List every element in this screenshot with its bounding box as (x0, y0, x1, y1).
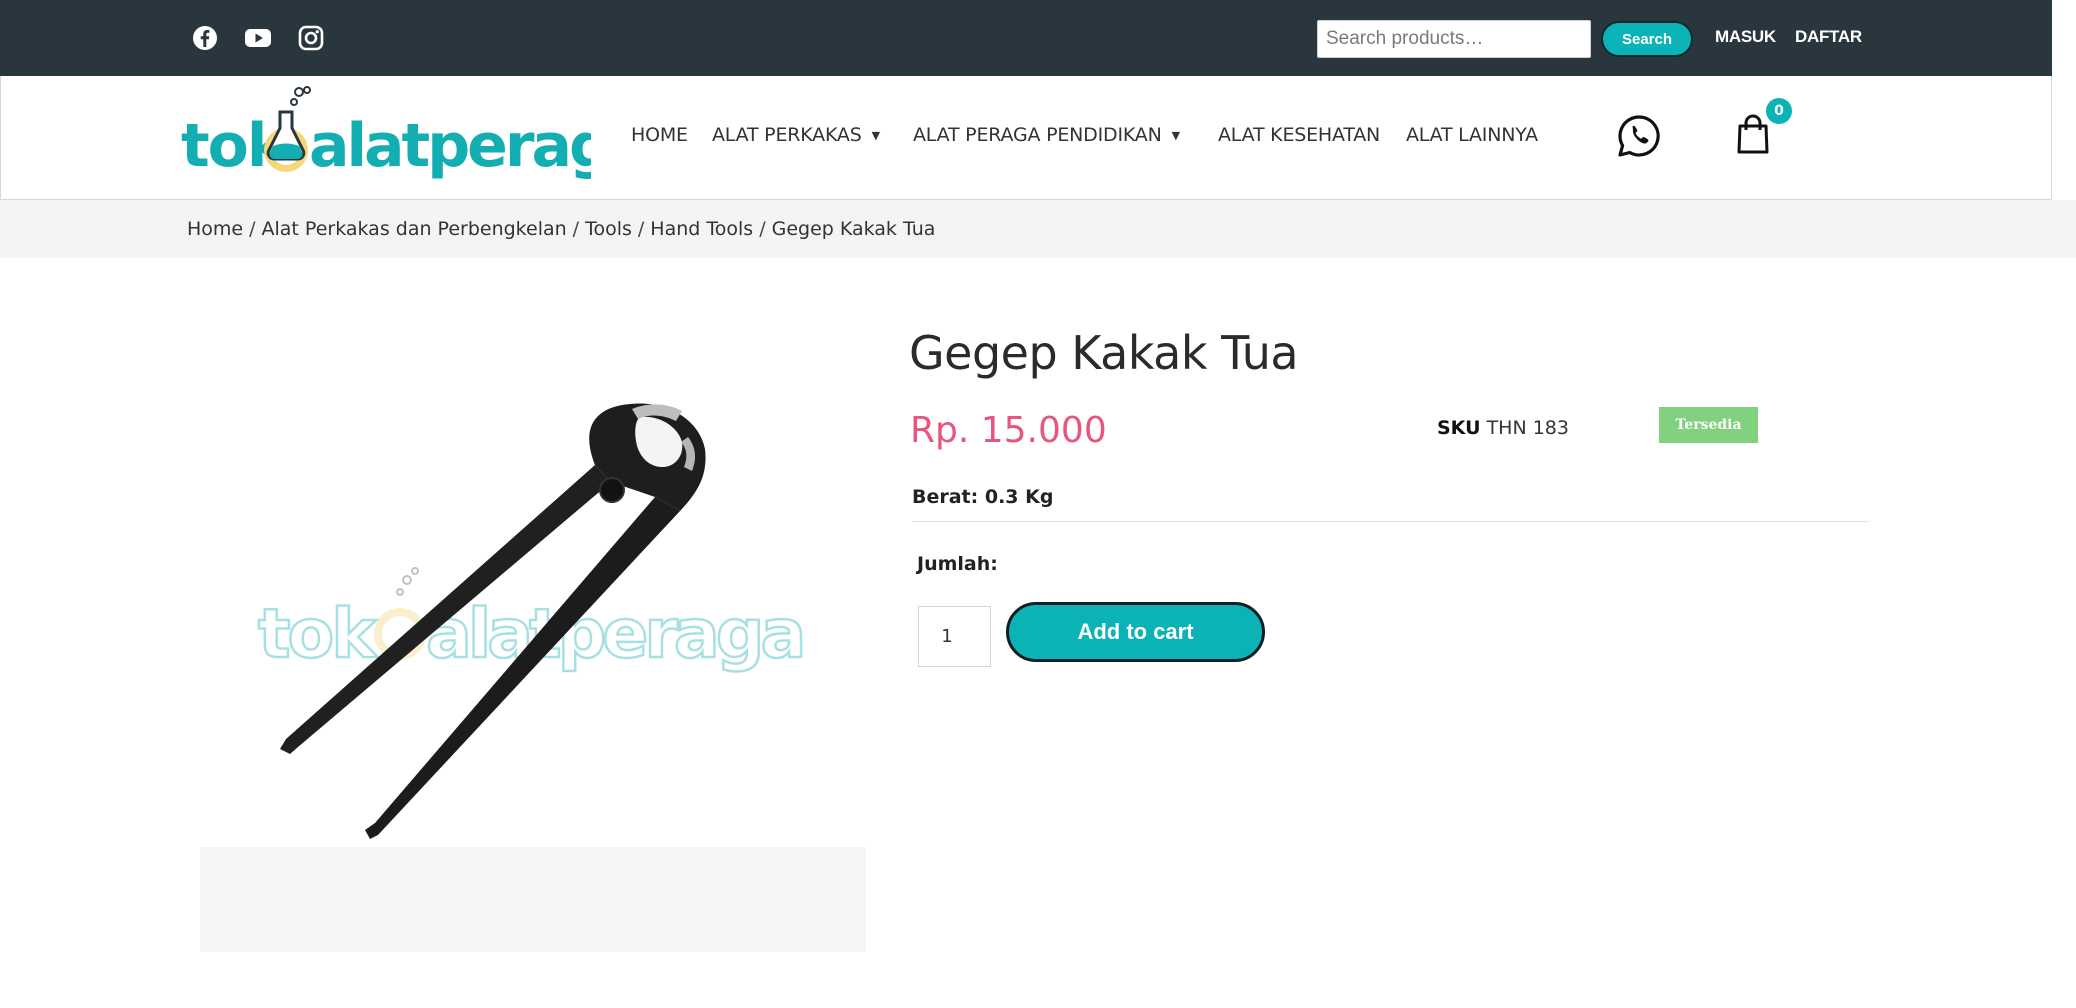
quantity-label: Jumlah: (917, 553, 998, 575)
breadcrumb-tools[interactable]: Tools (585, 218, 632, 240)
sku-label: SKU (1437, 417, 1481, 439)
top-bar: Search MASUK DAFTAR (0, 0, 2052, 76)
nav-alat-perkakas[interactable]: ALAT PERKAKAS ▼ (712, 124, 880, 146)
breadcrumb-separator: / (572, 218, 580, 240)
chevron-down-icon: ▼ (1171, 129, 1180, 142)
product-sku: SKU THN 183 (1437, 417, 1569, 439)
breadcrumb-separator: / (759, 218, 766, 240)
breadcrumb-current: Gegep Kakak Tua (771, 218, 936, 240)
nav-home[interactable]: HOME (631, 124, 688, 146)
svg-text:tok: tok (258, 595, 378, 674)
divider (912, 521, 1869, 522)
instagram-icon[interactable] (297, 24, 325, 52)
logo-image: tok alatperaga (181, 86, 649, 181)
nav-alat-kesehatan-label: ALAT KESEHATAN (1218, 124, 1381, 146)
breadcrumb: Home / Alat Perkakas dan Perbengkelan / Tool… (187, 218, 935, 240)
search-input[interactable] (1317, 20, 1591, 58)
pincers-image: tok alatperaga (200, 287, 866, 952)
site-header: tok alatperaga HOME ALAT PERKAKAS ▼ ALAT … (0, 76, 2052, 200)
site-logo[interactable]: tok alatperaga (181, 84, 649, 184)
product-image[interactable]: tok alatperaga (200, 287, 866, 952)
nav-alat-lainnya[interactable]: ALAT LAINNYA (1406, 124, 1538, 146)
product-weight: Berat: 0.3 Kg (912, 486, 1054, 508)
product-title: Gegep Kakak Tua (909, 326, 1299, 380)
nav-alat-peraga-pendidikan[interactable]: ALAT PERAGA PENDIDIKAN ▼ (913, 124, 1180, 146)
nav-alat-lainnya-label: ALAT LAINNYA (1406, 124, 1538, 146)
svg-text:alatperaga: alatperaga (309, 111, 591, 181)
cart-count-badge: 0 (1766, 98, 1792, 124)
svg-text:alatperaga: alatperaga (426, 595, 802, 674)
login-link[interactable]: MASUK (1715, 27, 1776, 47)
stock-status-badge: Tersedia (1659, 407, 1758, 443)
nav-alat-kesehatan[interactable]: ALAT KESEHATAN (1218, 124, 1380, 146)
quantity-input[interactable] (918, 606, 991, 667)
product-price: Rp. 15.000 (910, 410, 1107, 451)
nav-alat-peraga-pendidikan-label: ALAT PERAGA PENDIDIKAN (913, 124, 1162, 146)
breadcrumb-hand-tools[interactable]: Hand Tools (650, 218, 753, 240)
whatsapp-icon[interactable] (1617, 114, 1661, 158)
youtube-icon[interactable] (244, 24, 272, 52)
nav-alat-perkakas-label: ALAT PERKAKAS (712, 124, 862, 146)
breadcrumb-separator: / (637, 218, 645, 240)
breadcrumb-separator: / (249, 218, 256, 240)
chevron-down-icon: ▼ (871, 129, 880, 142)
breadcrumb-alat-perkakas[interactable]: Alat Perkakas dan Perbengkelan (262, 218, 567, 240)
add-to-cart-button[interactable]: Add to cart (1006, 602, 1265, 662)
shopping-bag-icon[interactable] (1735, 112, 1771, 156)
register-link[interactable]: DAFTAR (1795, 27, 1862, 47)
breadcrumb-bar: Home / Alat Perkakas dan Perbengkelan / Tool… (0, 200, 2076, 258)
search-button[interactable]: Search (1601, 21, 1693, 57)
facebook-icon[interactable] (191, 24, 219, 52)
sku-value: THN 183 (1486, 417, 1569, 439)
nav-home-label: HOME (631, 124, 688, 146)
breadcrumb-home[interactable]: Home (187, 218, 243, 240)
